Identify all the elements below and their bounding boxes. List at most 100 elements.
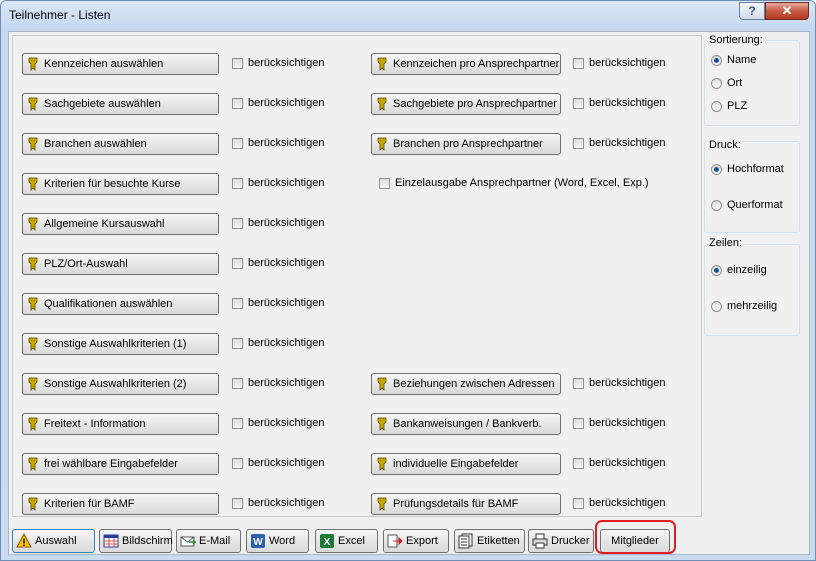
beruecksichtigen-checkbox[interactable]: berücksichtigen <box>232 177 324 189</box>
plz-ort-button[interactable]: PLZ/Ort-Auswahl <box>22 253 219 275</box>
qualifikationen-button[interactable]: Qualifikationen auswählen <box>22 293 219 315</box>
button-label: Beziehungen zwischen Adressen <box>393 378 555 390</box>
pen-icon <box>28 57 38 71</box>
client-area: Kennzeichen auswählen Sachgebiete auswäh… <box>8 31 810 555</box>
button-label: Branchen pro Ansprechpartner <box>393 138 543 150</box>
beruecksichtigen-checkbox[interactable]: berücksichtigen <box>573 497 665 509</box>
pen-icon <box>377 457 387 471</box>
sonstige-2-button[interactable]: Sonstige Auswahlkriterien (2) <box>22 373 219 395</box>
export-icon <box>387 534 403 548</box>
word-button[interactable]: W Word <box>246 529 309 553</box>
pen-icon <box>377 57 387 71</box>
beruecksichtigen-checkbox[interactable]: berücksichtigen <box>232 417 324 429</box>
bankanweisungen-button[interactable]: Bankanweisungen / Bankverb. <box>371 413 561 435</box>
kriterien-kurse-button[interactable]: Kriterien für besuchte Kurse <box>22 173 219 195</box>
drucker-button[interactable]: Drucker <box>528 529 594 553</box>
auswahl-button[interactable]: Auswahl <box>12 529 95 553</box>
pen-icon <box>28 457 38 471</box>
pen-icon <box>28 337 38 351</box>
bildschirm-button[interactable]: Bildschirm <box>99 529 173 553</box>
button-label: Sachgebiete pro Ansprechpartner <box>393 98 557 110</box>
export-button[interactable]: Export <box>383 529 449 553</box>
button-label: individuelle Eingabefelder <box>393 458 519 470</box>
button-label: PLZ/Ort-Auswahl <box>44 258 128 270</box>
beziehungen-button[interactable]: Beziehungen zwischen Adressen <box>371 373 561 395</box>
beruecksichtigen-checkbox[interactable]: berücksichtigen <box>573 457 665 469</box>
beruecksichtigen-checkbox[interactable]: berücksichtigen <box>232 457 324 469</box>
mitglieder-highlight <box>595 520 676 554</box>
pen-icon <box>28 377 38 391</box>
beruecksichtigen-checkbox[interactable]: berücksichtigen <box>232 57 324 69</box>
beruecksichtigen-checkbox[interactable]: berücksichtigen <box>573 137 665 149</box>
freitext-button[interactable]: Freitext - Information <box>22 413 219 435</box>
beruecksichtigen-checkbox[interactable]: berücksichtigen <box>573 57 665 69</box>
pen-icon <box>28 217 38 231</box>
individuelle-eingabefelder-button[interactable]: individuelle Eingabefelder <box>371 453 561 475</box>
pen-icon <box>377 417 387 431</box>
close-button[interactable]: ✕ <box>765 2 809 20</box>
sortierung-label: Sortierung: <box>708 34 764 46</box>
warning-icon <box>16 533 32 548</box>
etiketten-button[interactable]: Etiketten <box>454 529 525 553</box>
svg-text:W: W <box>253 537 263 548</box>
pen-icon <box>28 297 38 311</box>
beruecksichtigen-checkbox[interactable]: berücksichtigen <box>232 497 324 509</box>
button-label: Qualifikationen auswählen <box>44 298 173 310</box>
beruecksichtigen-checkbox[interactable]: berücksichtigen <box>573 417 665 429</box>
druck-querformat-radio[interactable]: Querformat <box>711 199 783 211</box>
beruecksichtigen-checkbox[interactable]: berücksichtigen <box>232 137 324 149</box>
kursauswahl-button[interactable]: Allgemeine Kursauswahl <box>22 213 219 235</box>
kennzeichen-ansprechpartner-button[interactable]: Kennzeichen pro Ansprechpartner <box>371 53 561 75</box>
pen-icon <box>28 497 38 511</box>
excel-button[interactable]: X Excel <box>315 529 378 553</box>
zeilen-einzeilig-radio[interactable]: einzeilig <box>711 264 767 276</box>
button-label: Kriterien für BAMF <box>44 498 135 510</box>
eingabefelder-button[interactable]: frei wählbare Eingabefelder <box>22 453 219 475</box>
word-icon: W <box>251 534 265 548</box>
button-label: Branchen auswählen <box>44 138 147 150</box>
button-label: Sachgebiete auswählen <box>44 98 161 110</box>
pruefungsdetails-button[interactable]: Prüfungsdetails für BAMF <box>371 493 561 515</box>
einzelausgabe-checkbox[interactable]: Einzelausgabe Ansprechpartner (Word, Exc… <box>379 177 649 189</box>
zeilen-group <box>704 244 800 336</box>
pen-icon <box>28 177 38 191</box>
button-label: Bankanweisungen / Bankverb. <box>393 418 542 430</box>
button-label: Kennzeichen pro Ansprechpartner <box>393 58 560 70</box>
kriterien-bamf-button[interactable]: Kriterien für BAMF <box>22 493 219 515</box>
pen-icon <box>377 137 387 151</box>
beruecksichtigen-checkbox[interactable]: berücksichtigen <box>232 97 324 109</box>
close-icon: ✕ <box>781 3 793 18</box>
beruecksichtigen-checkbox[interactable]: berücksichtigen <box>232 297 324 309</box>
pen-icon <box>28 417 38 431</box>
button-label: Sonstige Auswahlkriterien (2) <box>44 378 187 390</box>
button-label: Kennzeichen auswählen <box>44 58 164 70</box>
dialog-window: Teilnehmer - Listen ? ✕ Kennzeichen ausw… <box>0 0 816 561</box>
branchen-button[interactable]: Branchen auswählen <box>22 133 219 155</box>
beruecksichtigen-checkbox[interactable]: berücksichtigen <box>232 217 324 229</box>
zeilen-label: Zeilen: <box>708 237 744 249</box>
help-button[interactable]: ? <box>739 2 765 20</box>
beruecksichtigen-checkbox[interactable]: berücksichtigen <box>232 337 324 349</box>
beruecksichtigen-checkbox[interactable]: berücksichtigen <box>232 377 324 389</box>
beruecksichtigen-checkbox[interactable]: berücksichtigen <box>573 97 665 109</box>
sort-plz-radio[interactable]: PLZ <box>711 100 747 112</box>
pen-icon <box>28 137 38 151</box>
beruecksichtigen-checkbox[interactable]: berücksichtigen <box>232 257 324 269</box>
druck-hochformat-radio[interactable]: Hochformat <box>711 163 784 175</box>
sort-name-radio[interactable]: Name <box>711 54 756 66</box>
zeilen-mehrzeilig-radio[interactable]: mehrzeilig <box>711 300 777 312</box>
pen-icon <box>28 257 38 271</box>
beruecksichtigen-checkbox[interactable]: berücksichtigen <box>573 377 665 389</box>
druck-label: Druck: <box>708 139 742 151</box>
sachgebiete-button[interactable]: Sachgebiete auswählen <box>22 93 219 115</box>
sachgebiete-ansprechpartner-button[interactable]: Sachgebiete pro Ansprechpartner <box>371 93 561 115</box>
criteria-panel: Kennzeichen auswählen Sachgebiete auswäh… <box>12 35 702 517</box>
sonstige-1-button[interactable]: Sonstige Auswahlkriterien (1) <box>22 333 219 355</box>
branchen-ansprechpartner-button[interactable]: Branchen pro Ansprechpartner <box>371 133 561 155</box>
email-button[interactable]: E-Mail <box>176 529 241 553</box>
sort-ort-radio[interactable]: Ort <box>711 77 742 89</box>
pen-icon <box>377 377 387 391</box>
kennzeichen-button[interactable]: Kennzeichen auswählen <box>22 53 219 75</box>
pen-icon <box>28 97 38 111</box>
labels-icon <box>458 533 473 549</box>
